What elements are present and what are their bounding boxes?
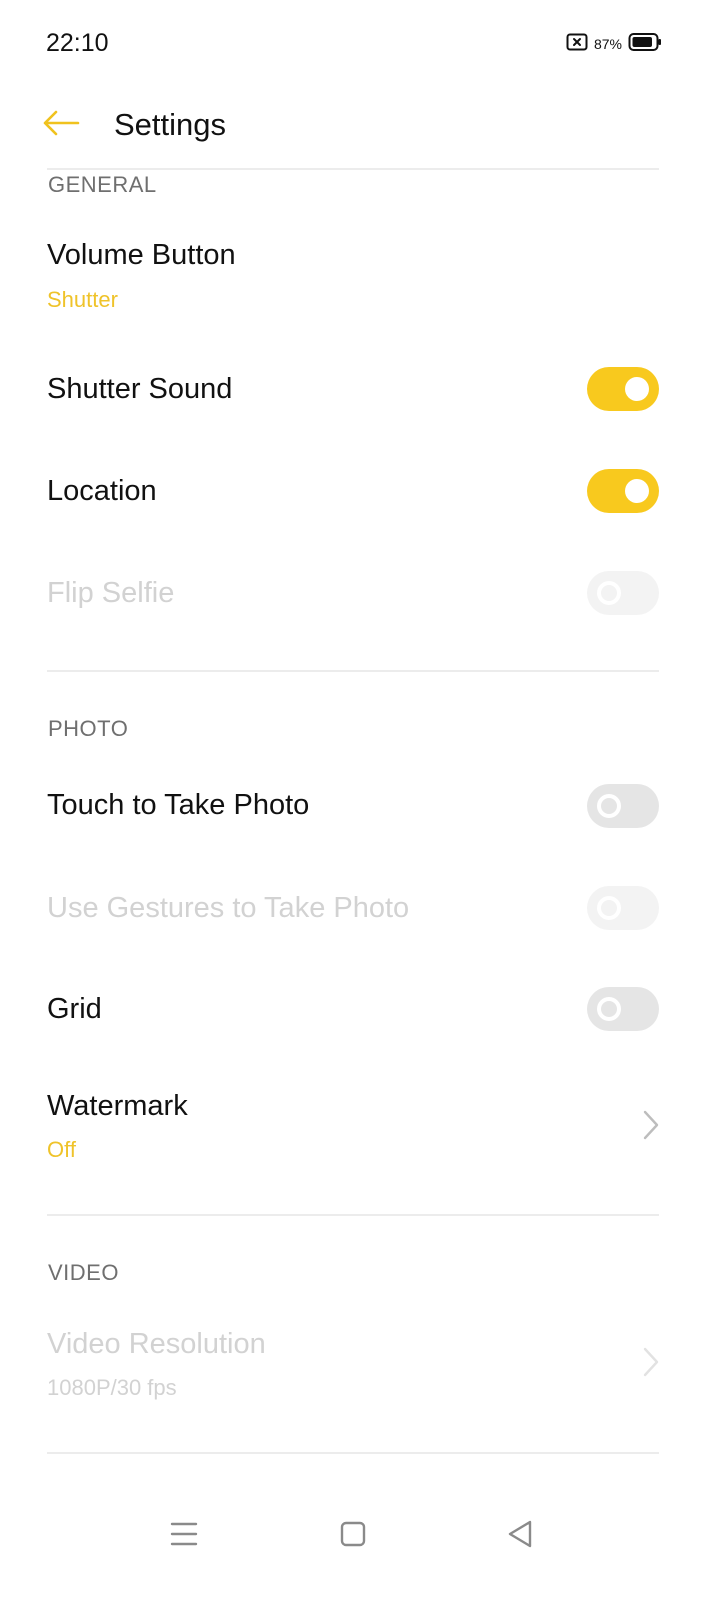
setting-watermark[interactable]: Watermark Off [0,1064,720,1194]
section-header-general: GENERAL [48,172,157,197]
toggle-knob [625,479,649,503]
status-indicators: 87% [566,32,662,56]
setting-value: Shutter [47,287,118,312]
no-sim-icon [566,33,588,56]
setting-title: Flip Selfie [47,577,175,609]
setting-title: Touch to Take Photo [47,789,310,821]
setting-location[interactable]: Location [0,442,720,542]
battery-icon [628,32,662,57]
toggle-knob [597,794,621,818]
setting-title: Use Gestures to Take Photo [47,892,410,924]
setting-value: 1080P/30 fps [47,1375,177,1400]
home-icon [339,1520,367,1553]
shutter-sound-toggle[interactable] [587,367,659,411]
location-toggle[interactable] [587,469,659,513]
toggle-knob [597,581,621,605]
flip-selfie-toggle [587,571,659,615]
section-header-video: VIDEO [48,1260,119,1285]
back-icon [505,1519,535,1554]
divider [47,670,659,672]
setting-shutter-sound[interactable]: Shutter Sound [0,340,720,440]
divider [47,1452,659,1454]
touch-to-take-photo-toggle[interactable] [587,784,659,828]
setting-use-gestures: Use Gestures to Take Photo [0,858,720,958]
setting-value: Off [47,1137,76,1162]
home-button[interactable] [323,1506,383,1566]
divider [47,1214,659,1216]
setting-video-resolution: Video Resolution 1080P/30 fps [0,1300,720,1430]
chevron-right-icon [638,1345,664,1379]
setting-title: Grid [47,993,102,1025]
back-button[interactable] [36,104,86,146]
setting-volume-button[interactable]: Volume Button Shutter [0,220,720,340]
app-header: Settings [0,86,720,170]
setting-touch-to-take-photo[interactable]: Touch to Take Photo [0,756,720,856]
setting-title: Watermark [47,1090,188,1122]
arrow-left-icon [42,109,80,142]
page-title: Settings [114,107,227,142]
system-back-button[interactable] [490,1506,550,1566]
menu-icon [169,1521,199,1552]
divider [47,168,659,170]
setting-title: Volume Button [47,239,236,271]
status-time: 22:10 [46,29,109,57]
setting-flip-selfie: Flip Selfie [0,544,720,644]
battery-percent: 87% [593,36,622,52]
setting-title: Location [47,475,157,507]
system-nav-bar [0,1488,720,1600]
grid-toggle[interactable] [587,987,659,1031]
chevron-right-icon [638,1108,664,1142]
setting-grid[interactable]: Grid [0,960,720,1060]
status-bar: 22:10 87% [0,0,720,86]
setting-title: Video Resolution [47,1328,266,1360]
toggle-knob [597,896,621,920]
toggle-knob [597,997,621,1021]
toggle-knob [625,377,649,401]
setting-title: Shutter Sound [47,373,233,405]
section-header-photo: PHOTO [48,716,129,741]
recent-apps-button[interactable] [154,1506,214,1566]
use-gestures-toggle [587,886,659,930]
